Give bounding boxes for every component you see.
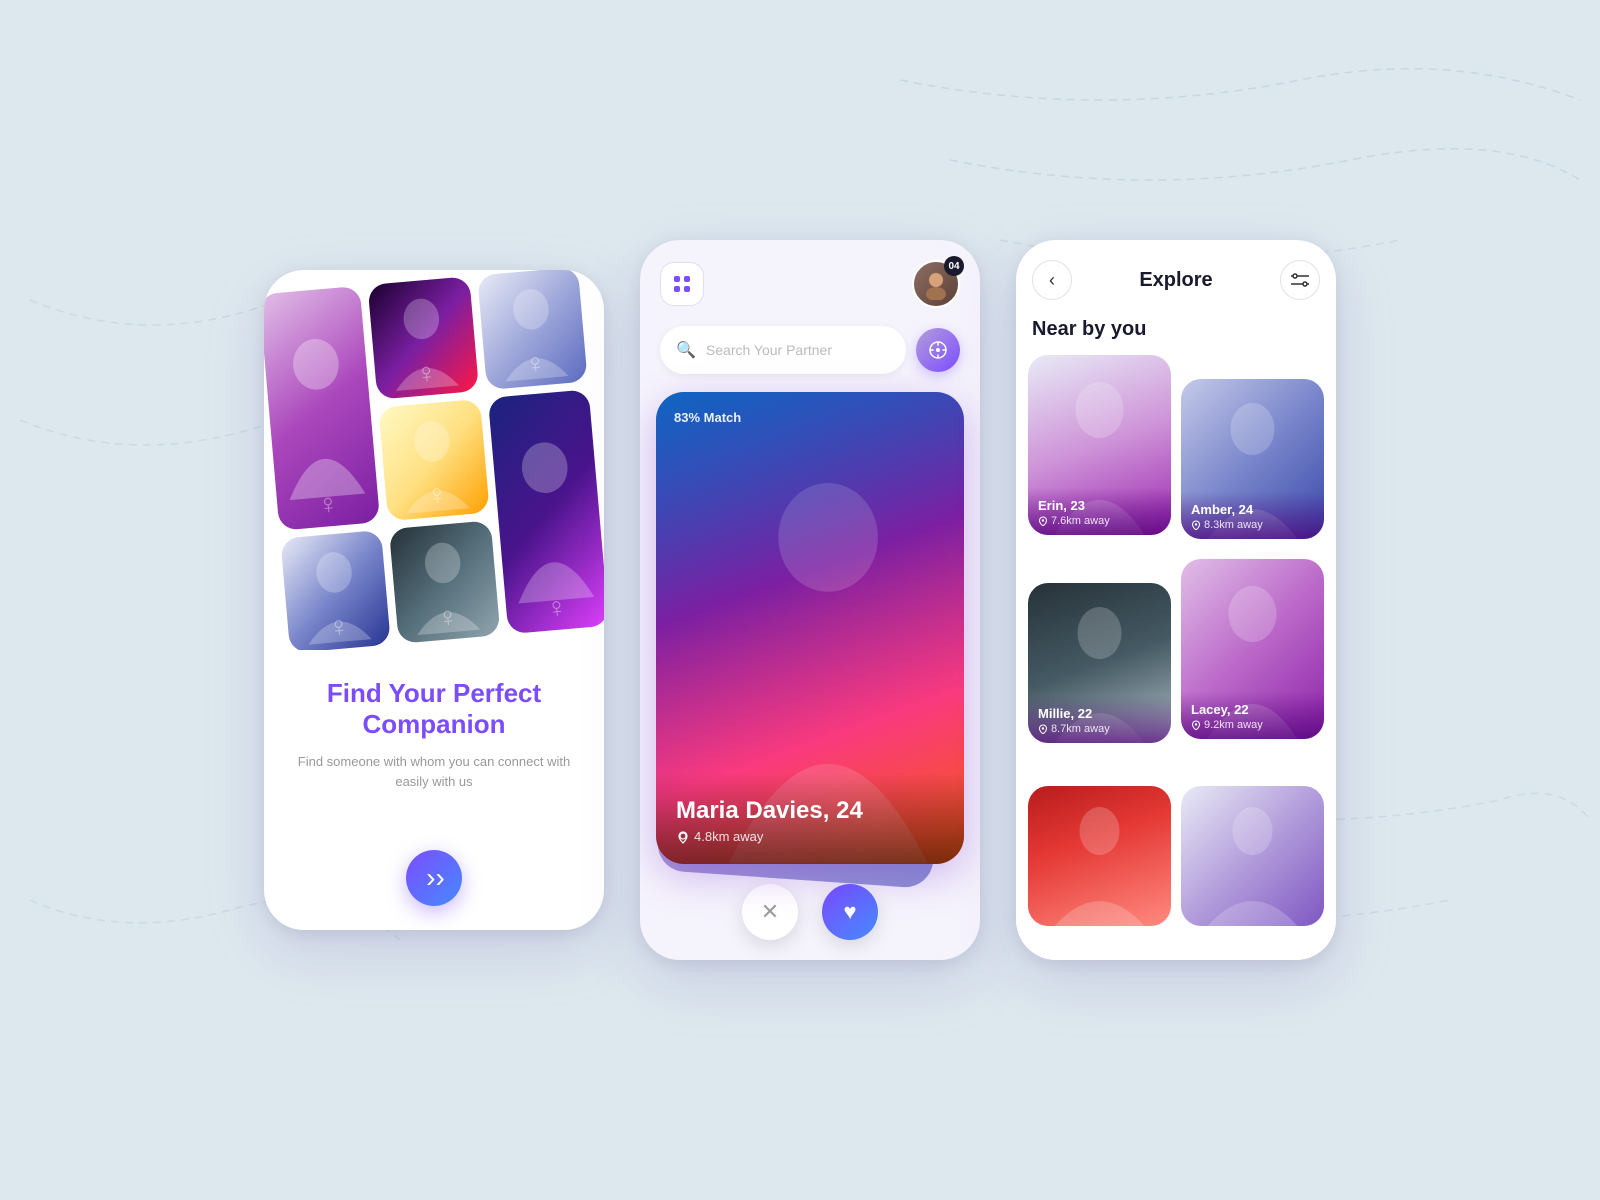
screen3-header: ‹ Explore	[1016, 240, 1336, 310]
search-input[interactable]: 🔍 Search Your Partner	[660, 326, 906, 374]
distance-lacey: 9.2km away	[1191, 719, 1314, 731]
title-line2: Companion	[362, 709, 505, 739]
search-placeholder-text: Search Your Partner	[706, 342, 890, 358]
screen1-main-title: Find Your Perfect Companion	[327, 678, 541, 740]
photo-grid-inner	[264, 270, 604, 650]
photo-cell-6	[280, 530, 391, 650]
card-distance: 4.8km away	[676, 829, 944, 844]
explore-card-lacey[interactable]: Lacey, 22 9.2km away	[1181, 559, 1324, 739]
distance-amber: 8.3km away	[1191, 519, 1314, 531]
photo-cell-3	[477, 270, 588, 390]
screens-container: Find Your Perfect Companion Find someone…	[264, 240, 1336, 960]
search-bar: 🔍 Search Your Partner	[660, 326, 960, 374]
distance-text-lacey: 9.2km away	[1204, 719, 1263, 731]
explore-card-millie[interactable]: Millie, 22 8.7km away	[1028, 583, 1171, 743]
explore-grid: Erin, 23 7.6km away Amber, 24	[1016, 355, 1336, 960]
explore-card-erin[interactable]: Erin, 23 7.6km away	[1028, 355, 1171, 535]
back-arrow-icon: ‹	[1049, 270, 1055, 291]
card-distance-text: 4.8km away	[694, 829, 763, 844]
photo-cell-4	[379, 398, 490, 521]
like-button[interactable]: ♥	[822, 884, 878, 940]
photo-grid	[264, 270, 604, 650]
card-info-millie: Millie, 22 8.7km away	[1028, 696, 1171, 743]
card-info-lacey: Lacey, 22 9.2km away	[1181, 692, 1324, 739]
cross-icon: ✕	[761, 899, 779, 925]
user-avatar-button[interactable]: 04	[912, 260, 960, 308]
photo-cell-5	[487, 389, 604, 634]
card-info-amber: Amber, 24 8.3km away	[1181, 492, 1324, 539]
heart-icon: ♥	[843, 899, 856, 925]
nearby-section-title: Near by you	[1016, 310, 1336, 355]
title-line1: Find Your Perfect	[327, 678, 541, 708]
distance-erin: 7.6km away	[1038, 515, 1161, 527]
distance-text-millie: 8.7km away	[1051, 723, 1110, 735]
grid-icon	[674, 276, 690, 292]
photo-cell-1	[264, 286, 381, 531]
explore-card-amber[interactable]: Amber, 24 8.3km away	[1181, 379, 1324, 539]
person-name-amber: Amber, 24	[1191, 502, 1314, 517]
notification-badge: 04	[944, 256, 964, 276]
back-button[interactable]: ‹	[1032, 260, 1072, 300]
cta-next-button[interactable]: ›	[406, 850, 462, 906]
distance-millie: 8.7km away	[1038, 723, 1161, 735]
screen2: 04 🔍 Search Your Partner 83	[640, 240, 980, 960]
distance-text-erin: 7.6km away	[1051, 515, 1110, 527]
compass-button[interactable]	[916, 328, 960, 372]
distance-text-amber: 8.3km away	[1204, 519, 1263, 531]
explore-title: Explore	[1082, 269, 1270, 292]
screen2-header: 04	[640, 240, 980, 318]
grid-dot-1	[674, 276, 680, 282]
screen1-text-section: Find Your Perfect Companion Find someone…	[264, 650, 604, 930]
screen1: Find Your Perfect Companion Find someone…	[264, 270, 604, 930]
explore-card-6[interactable]	[1181, 786, 1324, 926]
card-info-erin: Erin, 23 7.6km away	[1028, 488, 1171, 535]
explore-card-5[interactable]	[1028, 786, 1171, 926]
photo-cell-2	[368, 276, 479, 399]
grid-dot-4	[684, 286, 690, 292]
card-info-overlay: Maria Davies, 24 4.8km away	[656, 773, 964, 864]
grid-dot-2	[684, 276, 690, 282]
match-percentage: 83% Match	[674, 410, 741, 425]
screen1-subtitle: Find someone with whom you can connect w…	[294, 752, 574, 791]
search-icon: 🔍	[676, 340, 696, 360]
card-stack: 83% Match Maria Davies, 24 4.8km away	[656, 392, 964, 864]
screen3: ‹ Explore Near by you	[1016, 240, 1336, 960]
person-name-erin: Erin, 23	[1038, 498, 1161, 513]
person-name-lacey: Lacey, 22	[1191, 702, 1314, 717]
menu-grid-button[interactable]	[660, 262, 704, 306]
filter-button[interactable]	[1280, 260, 1320, 300]
person-name-millie: Millie, 22	[1038, 706, 1161, 721]
photo-cell-7	[389, 521, 500, 644]
card-person-name: Maria Davies, 24	[676, 797, 944, 825]
card-front[interactable]: 83% Match Maria Davies, 24 4.8km away	[656, 392, 964, 864]
grid-dot-3	[674, 286, 680, 292]
dislike-button[interactable]: ✕	[742, 884, 798, 940]
